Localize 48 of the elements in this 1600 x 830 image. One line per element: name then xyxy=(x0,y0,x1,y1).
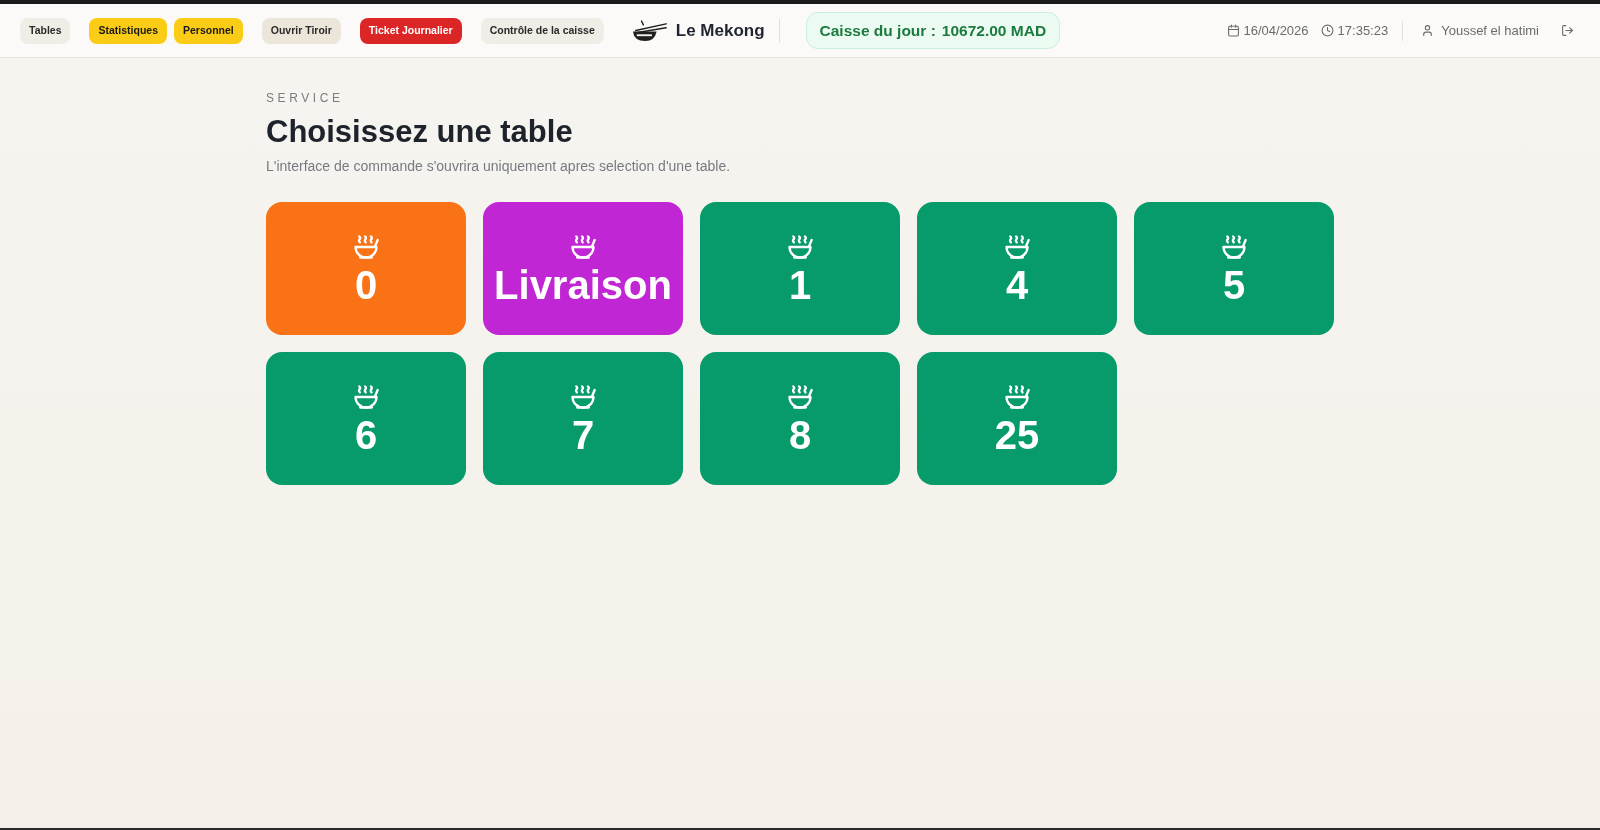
current-time: 17:35:23 xyxy=(1337,21,1389,40)
soup-bowl-icon xyxy=(1220,232,1248,261)
soup-bowl-icon xyxy=(1003,232,1031,261)
table-number: Livraison xyxy=(494,264,672,305)
page-title: Choisissez une table xyxy=(266,116,574,147)
soup-bowl-icon xyxy=(1003,382,1031,411)
current-date: 16/04/2026 xyxy=(1243,21,1309,40)
soup-bowl-icon xyxy=(569,382,597,411)
table-number: 8 xyxy=(788,414,812,455)
table-number: 4 xyxy=(1005,264,1029,305)
logout-button[interactable] xyxy=(1561,24,1574,37)
table-card[interactable]: 25 xyxy=(917,352,1117,485)
soup-bowl-icon xyxy=(569,232,597,261)
nav-button[interactable]: Ticket Journalier xyxy=(359,17,462,44)
table-card[interactable]: 6 xyxy=(266,352,466,485)
table-number: 0 xyxy=(354,264,378,305)
soup-bowl-icon xyxy=(352,232,380,261)
calendar-icon xyxy=(1226,24,1240,37)
table-card[interactable]: 8 xyxy=(700,352,900,485)
nav-button[interactable]: Contrôle de la caisse xyxy=(480,17,604,44)
table-number: 25 xyxy=(994,414,1040,455)
nav-button[interactable]: Tables xyxy=(20,17,71,44)
nav-button[interactable]: Personnel xyxy=(174,17,243,44)
soup-bowl-icon xyxy=(352,382,380,411)
table-number: 1 xyxy=(788,264,812,305)
table-number: 6 xyxy=(354,414,378,455)
logout-icon xyxy=(1561,24,1574,37)
table-card[interactable]: 7 xyxy=(483,352,683,485)
clock-icon xyxy=(1320,24,1334,37)
user-name: Youssef el hatimi xyxy=(1441,21,1539,40)
table-number: 7 xyxy=(571,414,595,455)
table-card[interactable]: 5 xyxy=(1134,202,1334,335)
brand-name: Le Mekong xyxy=(675,19,765,42)
soup-bowl-icon xyxy=(786,382,814,411)
page-subtitle: L'interface de commande s'ouvrira uniquement apres selection d'une table. xyxy=(266,159,732,173)
user-icon xyxy=(1421,24,1435,37)
cash-total-value: 10672.00 MAD xyxy=(941,20,1047,41)
nav-button[interactable]: Statistiques xyxy=(89,17,167,44)
table-number: 5 xyxy=(1222,264,1246,305)
table-card[interactable]: Livraison xyxy=(483,202,683,335)
cash-total-label: Caisse du jour : xyxy=(819,20,936,41)
table-card[interactable]: 0 xyxy=(266,202,466,335)
bowl-logo-icon xyxy=(631,19,668,42)
nav-button[interactable]: Ouvrir Tiroir xyxy=(261,17,341,44)
section-eyebrow: SERVICE xyxy=(266,92,345,104)
table-card[interactable]: 1 xyxy=(700,202,900,335)
soup-bowl-icon xyxy=(786,232,814,261)
table-card[interactable]: 4 xyxy=(917,202,1117,335)
